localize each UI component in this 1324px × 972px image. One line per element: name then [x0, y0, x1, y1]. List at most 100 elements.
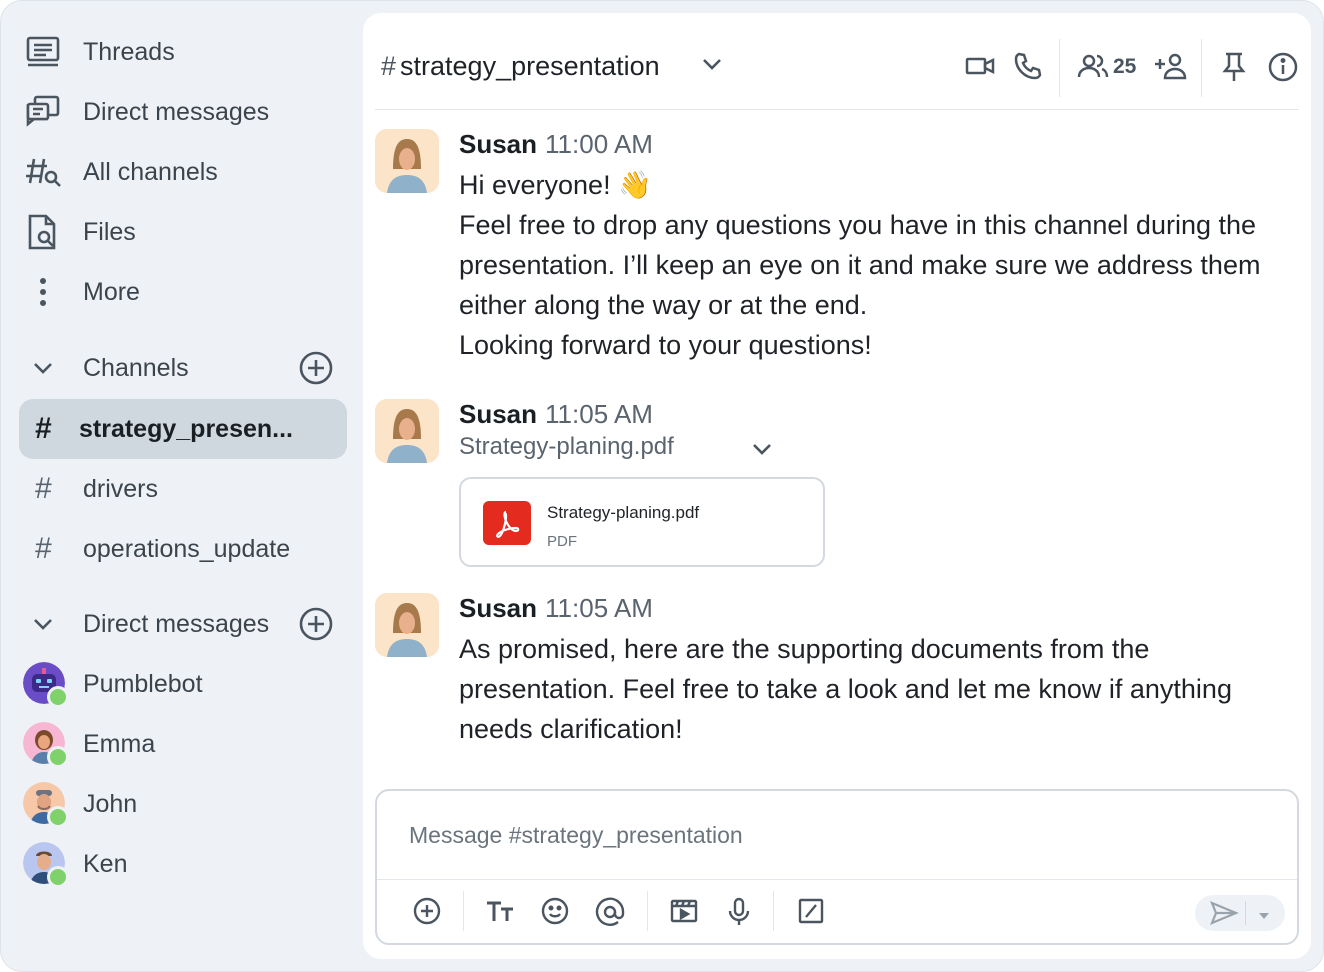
- chevron-down-icon[interactable]: [701, 57, 723, 76]
- send-button-group: [1195, 895, 1285, 931]
- chevron-down-icon: [19, 361, 67, 375]
- channel-drivers[interactable]: # drivers: [19, 459, 347, 519]
- info-icon[interactable]: [1267, 51, 1299, 88]
- message-body: Susan 11:05 AM As promised, here are the …: [459, 593, 1299, 749]
- microphone-icon[interactable]: [727, 897, 751, 932]
- send-icon[interactable]: [1209, 900, 1239, 931]
- nav-more-label: More: [83, 277, 140, 306]
- file-attachment-card[interactable]: Strategy-planing.pdf PDF: [459, 477, 825, 567]
- channels-section-label: Channels: [83, 353, 189, 382]
- nav-direct-messages-label: Direct messages: [83, 97, 270, 126]
- caret-down-icon[interactable]: [1257, 908, 1271, 926]
- channels-section-header[interactable]: Channels: [19, 338, 347, 398]
- message-text: As promised, here are the supporting doc…: [459, 634, 1232, 744]
- hash-icon: #: [34, 472, 52, 505]
- online-status-dot: [47, 806, 69, 828]
- message-author[interactable]: Susan: [459, 399, 537, 429]
- toolbar-divider: [773, 891, 774, 931]
- chevron-down-icon: [19, 617, 67, 631]
- app-window: Threads Direct messages All channels Fil…: [0, 0, 1324, 972]
- add-attachment-icon[interactable]: [413, 897, 441, 930]
- nav-threads[interactable]: Threads: [19, 22, 347, 82]
- susan-avatar-icon[interactable]: [375, 593, 439, 657]
- mention-icon[interactable]: [595, 897, 625, 932]
- threads-icon: [19, 35, 67, 69]
- add-dm-icon[interactable]: [299, 607, 333, 641]
- dm-emma[interactable]: Emma: [19, 714, 347, 774]
- nav-all-channels-label: All channels: [83, 157, 218, 186]
- hash-icon: #: [34, 532, 52, 565]
- avatar: [23, 722, 69, 768]
- avatar: [23, 842, 69, 888]
- channel-operations-update[interactable]: # operations_update: [19, 519, 347, 579]
- avatar: [23, 662, 69, 708]
- message-composer: [375, 789, 1299, 945]
- nav-more[interactable]: More: [19, 262, 347, 322]
- nav-all-channels[interactable]: All channels: [19, 142, 347, 202]
- emoji-icon[interactable]: [541, 897, 569, 930]
- nav-threads-label: Threads: [83, 37, 175, 66]
- file-name: Strategy-planing.pdf: [547, 503, 700, 522]
- online-status-dot: [47, 866, 69, 888]
- message-body: Susan 11:05 AM Strategy-planing.pdf Strat…: [459, 399, 1299, 567]
- pdf-icon: [483, 501, 531, 545]
- message-author[interactable]: Susan: [459, 593, 537, 623]
- files-icon: [19, 213, 67, 251]
- dm-label: Emma: [83, 729, 156, 758]
- dm-pumblebot[interactable]: Pumblebot: [19, 654, 347, 714]
- message-text: Hi everyone! 👋: [459, 170, 652, 200]
- channel-strategy-presentation[interactable]: # strategy_presen...: [19, 399, 347, 459]
- message-time: 11:05 AM: [545, 399, 653, 429]
- file-type: PDF: [547, 533, 577, 550]
- composer-divider: [377, 879, 1297, 880]
- member-count[interactable]: 25: [1113, 55, 1136, 79]
- channel-header: # strategy_presentation 25: [375, 13, 1299, 110]
- channel-label: drivers: [83, 474, 159, 503]
- message-input[interactable]: [407, 821, 1251, 850]
- hash-icon: #: [34, 412, 52, 445]
- message-text: Feel free to drop any questions you have…: [459, 210, 1261, 320]
- message-author[interactable]: Susan: [459, 129, 537, 159]
- channel-label: operations_update: [83, 534, 291, 563]
- message-header: Susan 11:05 AM: [459, 593, 1299, 623]
- dm-section-label: Direct messages: [83, 609, 270, 638]
- susan-avatar-icon[interactable]: [375, 129, 439, 193]
- video-call-icon[interactable]: [965, 51, 995, 86]
- dm-john[interactable]: John: [19, 774, 347, 834]
- dm-label: Ken: [83, 849, 128, 878]
- nav-direct-messages[interactable]: Direct messages: [19, 82, 347, 142]
- avatar: [23, 782, 69, 828]
- toolbar-divider: [463, 891, 464, 931]
- attachment-toggle[interactable]: Strategy-planing.pdf: [459, 433, 779, 461]
- message-body: Susan 11:00 AM Hi everyone! 👋 Feel free t…: [459, 129, 1299, 365]
- dm-section-header[interactable]: Direct messages: [19, 594, 347, 654]
- add-member-icon[interactable]: [1153, 51, 1187, 86]
- nav-files-label: Files: [83, 217, 136, 246]
- phone-icon[interactable]: [1013, 51, 1043, 86]
- message-time: 11:00 AM: [545, 129, 653, 159]
- add-channel-icon[interactable]: [299, 351, 333, 385]
- channel-title[interactable]: # strategy_presentation: [381, 51, 660, 82]
- channel-title-name: strategy_presentation: [400, 51, 660, 81]
- slash-command-icon[interactable]: [797, 897, 825, 930]
- attachment-toggle-label: Strategy-planing.pdf: [459, 433, 674, 460]
- send-divider: [1245, 901, 1246, 925]
- main-panel: # strategy_presentation 25 Susan 11:00 A…: [363, 13, 1311, 959]
- header-divider: [1059, 39, 1060, 97]
- text-format-icon[interactable]: [485, 897, 515, 930]
- dm-ken[interactable]: Ken: [19, 834, 347, 894]
- message-header: Susan 11:05 AM: [459, 399, 1299, 429]
- media-clip-icon[interactable]: [669, 897, 699, 930]
- sidebar: Threads Direct messages All channels Fil…: [1, 1, 363, 971]
- dm-label: John: [83, 789, 138, 818]
- pin-icon[interactable]: [1221, 51, 1247, 88]
- message-text: Looking forward to your questions!: [459, 330, 872, 360]
- online-status-dot: [47, 746, 69, 768]
- direct-messages-icon: [19, 94, 67, 130]
- members-icon[interactable]: [1077, 51, 1109, 86]
- nav-files[interactable]: Files: [19, 202, 347, 262]
- susan-avatar-icon[interactable]: [375, 399, 439, 463]
- message-header: Susan 11:00 AM: [459, 129, 1299, 159]
- all-channels-icon: [19, 155, 67, 189]
- online-status-dot: [47, 686, 69, 708]
